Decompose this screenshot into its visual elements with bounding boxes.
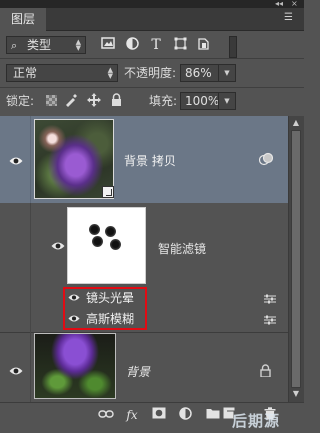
fill-input[interactable]: 100% ▼ xyxy=(180,92,236,110)
shape-layer-filter-icon[interactable] xyxy=(172,37,188,53)
watermark: 后期源 xyxy=(232,412,281,430)
divider xyxy=(0,87,304,88)
add-mask-icon[interactable] xyxy=(151,407,167,423)
fill-dropdown-button[interactable]: ▼ xyxy=(218,93,235,109)
lock-image-pixels-icon[interactable] xyxy=(64,93,78,107)
search-icon: ⌕ xyxy=(11,39,18,52)
new-group-folder-icon[interactable] xyxy=(205,407,221,423)
collapse-panel-button[interactable]: ◂◂ xyxy=(275,0,283,8)
layer-style-fx-icon[interactable]: fx xyxy=(124,407,140,423)
blend-mode-select[interactable]: 正常 ▲ ▼ xyxy=(6,64,118,82)
layer-name[interactable]: 背景 拷贝 xyxy=(124,152,176,169)
type-layer-filter-icon[interactable]: T xyxy=(148,37,164,53)
select-arrows-icon: ▲ ▼ xyxy=(75,38,81,52)
lock-position-icon[interactable] xyxy=(87,93,101,107)
blending-options-icon[interactable] xyxy=(264,314,276,325)
layer-thumbnail[interactable] xyxy=(34,333,116,399)
divider xyxy=(30,332,31,402)
smart-object-filter-icon[interactable] xyxy=(196,37,212,53)
tab-layers[interactable]: 图层 xyxy=(0,8,46,31)
scroll-up-icon[interactable]: ▲ xyxy=(288,117,304,129)
fill-value: 100% xyxy=(185,94,220,108)
smart-filters-label: 智能滤镜 xyxy=(158,242,207,256)
mask-dot xyxy=(92,236,103,247)
filter-mask-thumbnail[interactable] xyxy=(67,207,146,284)
smart-object-badge-icon xyxy=(102,186,114,198)
layer-filter-select[interactable]: ⌕ 类型 ▲ ▼ xyxy=(6,36,86,54)
scroll-down-icon[interactable]: ▼ xyxy=(288,388,304,400)
highlight-box xyxy=(63,287,147,330)
select-arrows-icon: ▲ ▼ xyxy=(107,66,113,80)
adjustment-layer-icon[interactable] xyxy=(177,407,193,423)
opacity-input[interactable]: 86% ▼ xyxy=(180,64,236,82)
panel-menu-icon[interactable]: ☰ xyxy=(284,12,296,24)
fill-label: 填充: xyxy=(149,94,178,108)
smart-filter-indicator-icon[interactable] xyxy=(258,152,274,166)
lock-icon xyxy=(260,364,272,378)
close-panel-button[interactable]: × xyxy=(291,0,298,8)
opacity-value: 86% xyxy=(185,66,212,80)
blend-mode-value: 正常 xyxy=(13,66,38,80)
visibility-eye-icon[interactable] xyxy=(9,366,23,376)
visibility-eye-icon[interactable] xyxy=(51,241,65,251)
adjustment-layer-filter-icon[interactable] xyxy=(124,37,140,53)
layer-name[interactable]: 背景 xyxy=(126,363,150,380)
opacity-label: 不透明度: xyxy=(124,66,177,80)
link-layers-icon[interactable] xyxy=(98,407,114,423)
lock-all-icon[interactable] xyxy=(109,93,123,107)
visibility-eye-icon[interactable] xyxy=(9,156,23,166)
opacity-dropdown-button[interactable]: ▼ xyxy=(218,65,235,81)
mask-dot xyxy=(105,226,116,237)
scrollbar-thumb[interactable] xyxy=(291,130,301,388)
divider xyxy=(30,116,31,203)
filter-kind-label: 类型 xyxy=(27,38,52,52)
mask-dot xyxy=(110,239,121,250)
lock-transparent-pixels-icon[interactable] xyxy=(46,95,57,106)
pixel-layer-filter-icon[interactable] xyxy=(100,37,116,53)
blending-options-icon[interactable] xyxy=(264,293,276,304)
lock-label: 锁定: xyxy=(6,94,35,108)
divider xyxy=(0,58,304,59)
filter-toggle-switch[interactable] xyxy=(229,36,237,58)
mask-dot xyxy=(89,224,100,235)
panel-top-bar xyxy=(0,0,304,8)
